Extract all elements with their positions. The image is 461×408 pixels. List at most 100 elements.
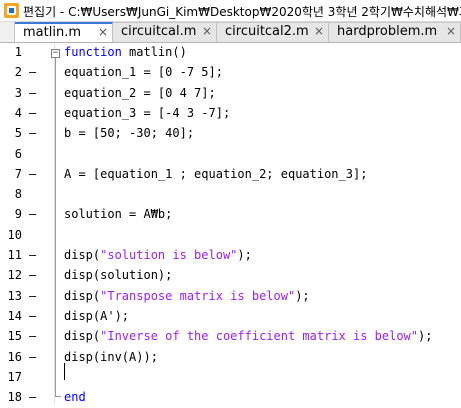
tab-circuitcal2[interactable]: circuitcal2.m × (217, 22, 329, 42)
breakpoint-marker[interactable]: – (29, 126, 36, 140)
code-line[interactable]: 5– b = [50; -30; 40]; (0, 124, 461, 144)
breakpoint-marker[interactable]: – (29, 289, 36, 303)
code-line[interactable]: 16– disp(inv(A)); (0, 348, 461, 368)
tab-bar: matlin.m × circuitcal.m × circuitcal2.m … (0, 22, 461, 43)
breakpoint-marker[interactable]: – (29, 65, 36, 79)
code-token: solution = A₩b; (64, 207, 173, 222)
code-token: matlin() (121, 45, 187, 59)
code-line[interactable]: 7– A = [equation_1 ; equation_2; equation… (0, 165, 461, 185)
breakpoint-marker[interactable]: – (29, 329, 36, 343)
code-line[interactable]: 17 (0, 368, 461, 388)
code-text: equation_2 = [0 4 7]; (64, 86, 216, 100)
tab-matlin[interactable]: matlin.m × (15, 22, 113, 42)
code-line[interactable]: 2– equation_1 = [0 -7 5]; (0, 63, 461, 83)
text-cursor (64, 363, 65, 380)
code-line[interactable]: 6 (0, 145, 461, 165)
fold-collapse-icon[interactable]: − (51, 49, 60, 58)
code-token: disp(solution); (64, 268, 173, 283)
tab-label: hardproblem.m (337, 24, 438, 39)
string-token: "solution is below" (100, 248, 238, 262)
line-number: 1 (14, 45, 22, 59)
code-text: equation_1 = [0 -7 5]; (64, 65, 223, 79)
code-text: disp(inv(A)); (64, 350, 158, 364)
breakpoint-marker[interactable]: – (29, 207, 36, 221)
code-token: disp( (64, 329, 101, 344)
breakpoint-marker[interactable]: – (29, 86, 36, 100)
editor-app-icon (4, 3, 19, 18)
code-text: disp("Inverse of the coefficient matrix … (64, 329, 432, 343)
code-text: equation_3 = [-4 3 -7]; (64, 106, 230, 120)
code-token: ); (237, 248, 252, 262)
tab-label: circuitcal.m (121, 24, 197, 39)
line-number: 17 (7, 369, 22, 384)
line-number: 10 (7, 227, 22, 242)
code-token: ); (295, 288, 310, 303)
code-line[interactable]: 12– disp(solution); (0, 266, 461, 286)
line-number: 12 (7, 268, 22, 283)
code-token: equation_1 = [0 -7 5]; (64, 65, 223, 80)
code-token: equation_2 = [0 4 7]; (64, 85, 216, 100)
code-text: disp("Transpose matrix is below"); (64, 289, 310, 303)
code-token: A = [equation_1 ; equation_2; equation_3… (64, 166, 368, 181)
close-icon[interactable]: × (446, 24, 456, 38)
code-text: A = [equation_1 ; equation_2; equation_3… (64, 167, 367, 181)
code-text: b = [50; -30; 40]; (64, 126, 194, 140)
line-number: 11 (7, 248, 22, 262)
code-line[interactable]: 18– end (0, 388, 461, 408)
line-number: 4 (14, 105, 22, 120)
string-token: "Inverse of the coefficient matrix is be… (100, 329, 419, 344)
line-number: 2 (14, 65, 22, 80)
title-bar: 편집기 - C:₩Users₩JunGi_Kim₩Desktop₩2020학년 … (0, 0, 461, 22)
tab-circuitcal[interactable]: circuitcal.m × (113, 22, 217, 42)
close-icon[interactable]: × (202, 24, 212, 38)
code-line[interactable]: 9– solution = A₩b; (0, 205, 461, 225)
close-icon[interactable]: × (98, 25, 108, 39)
code-line[interactable]: 1 function matlin() (0, 43, 461, 63)
tab-label: matlin.m (23, 25, 81, 40)
tab-scroll-edge (0, 22, 15, 42)
code-token: disp( (64, 248, 101, 262)
code-token: b = [50; -30; 40]; (64, 126, 195, 141)
code-token: ); (418, 329, 433, 344)
close-icon[interactable]: × (314, 24, 324, 38)
line-number: 5 (14, 126, 22, 141)
breakpoint-marker[interactable]: – (29, 350, 36, 364)
tab-hardproblem[interactable]: hardproblem.m × (329, 22, 461, 42)
code-token: disp( (64, 288, 101, 303)
code-token: equation_3 = [-4 3 -7]; (64, 105, 231, 120)
breakpoint-marker[interactable]: – (29, 167, 36, 181)
code-token: disp(A'); (64, 308, 130, 323)
keyword-token: end (64, 390, 86, 405)
breakpoint-marker[interactable]: – (29, 106, 36, 120)
line-number: 18 (7, 390, 22, 405)
code-token: disp(inv(A)); (64, 349, 158, 364)
code-line[interactable]: 4– equation_3 = [-4 3 -7]; (0, 104, 461, 124)
line-number: 14 (7, 308, 22, 323)
code-text: end (64, 390, 86, 404)
code-line[interactable]: 8 (0, 185, 461, 205)
code-line[interactable]: 14– disp(A'); (0, 307, 461, 327)
code-line[interactable]: 13– disp("Transpose matrix is below"); (0, 287, 461, 307)
keyword-token: function (64, 45, 122, 59)
code-text: function matlin() (64, 45, 187, 59)
code-line[interactable]: 15– disp("Inverse of the coefficient matr… (0, 327, 461, 347)
line-number: 15 (7, 329, 22, 344)
line-number: 6 (14, 146, 22, 161)
string-token: "Transpose matrix is below" (100, 288, 296, 303)
code-text: disp(solution); (64, 268, 172, 282)
breakpoint-marker[interactable]: – (29, 268, 36, 282)
fold-guide (55, 58, 56, 397)
line-number: 7 (14, 166, 22, 181)
breakpoint-marker[interactable]: – (29, 390, 36, 404)
code-line[interactable]: 11– disp("solution is below"); (0, 246, 461, 266)
code-text: disp(A'); (64, 309, 129, 323)
line-number: 13 (7, 288, 22, 303)
breakpoint-marker[interactable]: – (29, 248, 36, 262)
code-line[interactable]: 3– equation_2 = [0 4 7]; (0, 84, 461, 104)
fold-guide-end (55, 396, 61, 397)
breakpoint-marker[interactable]: – (29, 309, 36, 323)
code-editor[interactable]: 1 function matlin() 2– equation_1 = [0 -7 5… (0, 43, 461, 404)
code-line[interactable]: 10 (0, 226, 461, 246)
code-text: solution = A₩b; (64, 207, 172, 221)
window-title: 편집기 - C:₩Users₩JunGi_Kim₩Desktop₩2020학년 … (23, 5, 461, 19)
